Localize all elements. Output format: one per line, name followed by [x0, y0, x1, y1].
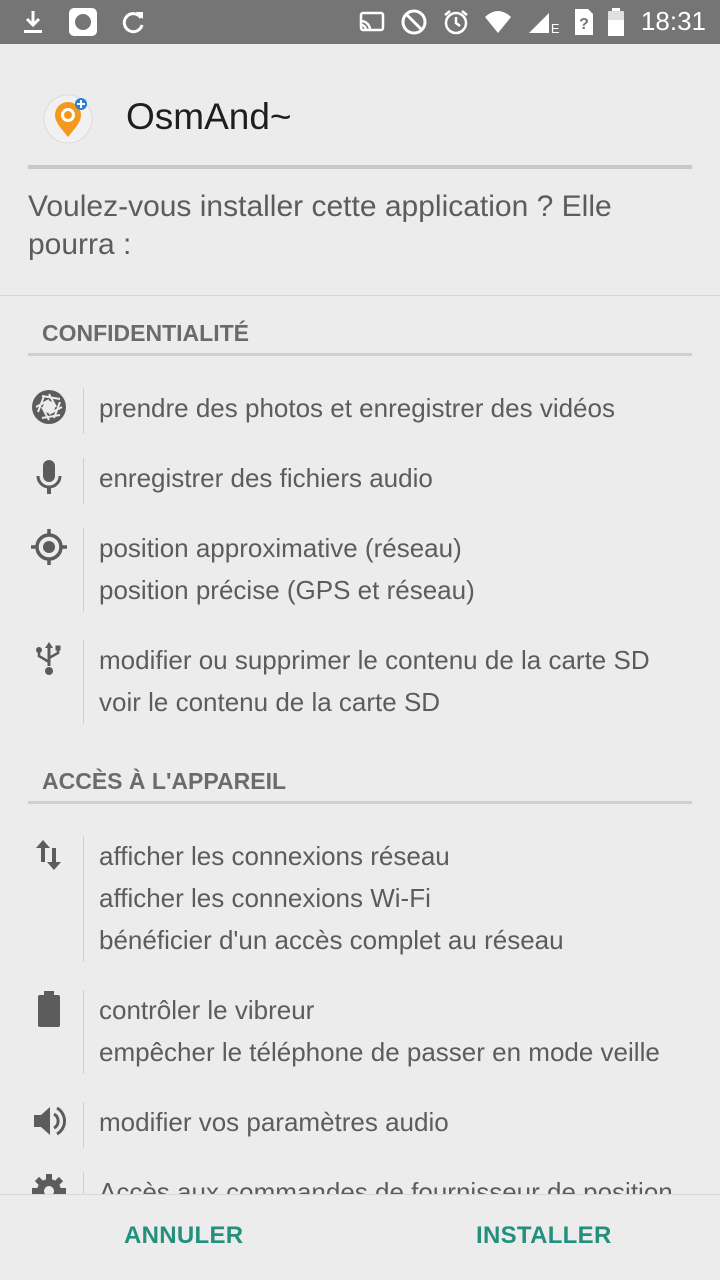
permission-text: enregistrer des fichiers audio — [99, 463, 433, 493]
sync-icon — [118, 7, 148, 37]
section-header-privacy: CONFIDENTIALITÉ — [28, 296, 692, 356]
divider — [83, 836, 84, 962]
permission-text: modifier vos paramètres audio — [99, 1107, 449, 1137]
button-bar: ANNULER INSTALLER — [0, 1195, 720, 1280]
permission-text: bénéficier d'un accès complet au réseau — [99, 925, 564, 955]
permission-text: empêcher le téléphone de passer en mode … — [99, 1037, 660, 1067]
svg-text:?: ? — [579, 16, 589, 33]
cast-icon — [357, 7, 387, 37]
usb-icon — [30, 640, 68, 678]
divider — [83, 458, 84, 504]
signal-icon: E — [525, 7, 561, 37]
section-title: ACCÈS À L'APPAREIL — [42, 768, 287, 794]
install-permissions-screen: E ? 18:31 OsmAnd~ Voulez-vous installer … — [0, 0, 720, 1280]
app-header: OsmAnd~ — [28, 44, 692, 169]
divider — [83, 1102, 84, 1148]
section-header-device: ACCÈS À L'APPAREIL — [28, 744, 692, 804]
divider — [83, 388, 84, 434]
battery-icon — [30, 990, 68, 1028]
download-icon — [18, 7, 48, 37]
install-button[interactable]: INSTALLER — [476, 1222, 612, 1250]
permission-text: voir le contenu de la carte SD — [99, 687, 441, 717]
permission-text: Accès aux commandes de fournisseur de po… — [99, 1177, 673, 1194]
install-question: Voulez-vous installer cette application … — [28, 190, 612, 261]
app-name: OsmAnd~ — [126, 96, 292, 137]
section-title: CONFIDENTIALITÉ — [42, 320, 249, 346]
network-type-label: E — [550, 20, 560, 36]
permission-text: modifier ou supprimer le contenu de la c… — [99, 645, 650, 675]
divider — [83, 528, 84, 612]
alarm-icon — [441, 7, 471, 37]
permission-text: contrôler le vibreur — [99, 995, 315, 1025]
location-target-icon — [30, 528, 68, 566]
permissions-list[interactable]: CONFIDENTIALITÉ prendre des photos et en… — [0, 296, 720, 1194]
camera-shutter-icon — [30, 388, 68, 426]
network-arrows-icon — [30, 836, 68, 874]
divider — [83, 990, 84, 1074]
battery-icon — [607, 7, 625, 37]
divider — [83, 640, 84, 724]
permission-text: afficher les connexions Wi-Fi — [99, 883, 431, 913]
permission-text: afficher les connexions réseau — [99, 841, 450, 871]
app-notification-icon — [68, 7, 98, 37]
microphone-icon — [30, 458, 68, 496]
wifi-icon — [483, 7, 513, 37]
do-not-disturb-icon — [399, 7, 429, 37]
cancel-button[interactable]: ANNULER — [124, 1222, 243, 1250]
sim-unknown-icon: ? — [573, 7, 595, 37]
divider — [83, 1172, 84, 1194]
clock: 18:31 — [640, 6, 706, 36]
settings-gear-icon — [30, 1172, 68, 1194]
permission-text: position approximative (réseau) — [99, 533, 462, 563]
volume-icon — [30, 1102, 68, 1140]
status-bar: E ? 18:31 — [0, 0, 720, 44]
permission-text: position précise (GPS et réseau) — [99, 575, 475, 605]
osmand-logo-icon — [42, 89, 98, 145]
permission-text: prendre des photos et enregistrer des vi… — [99, 393, 615, 423]
